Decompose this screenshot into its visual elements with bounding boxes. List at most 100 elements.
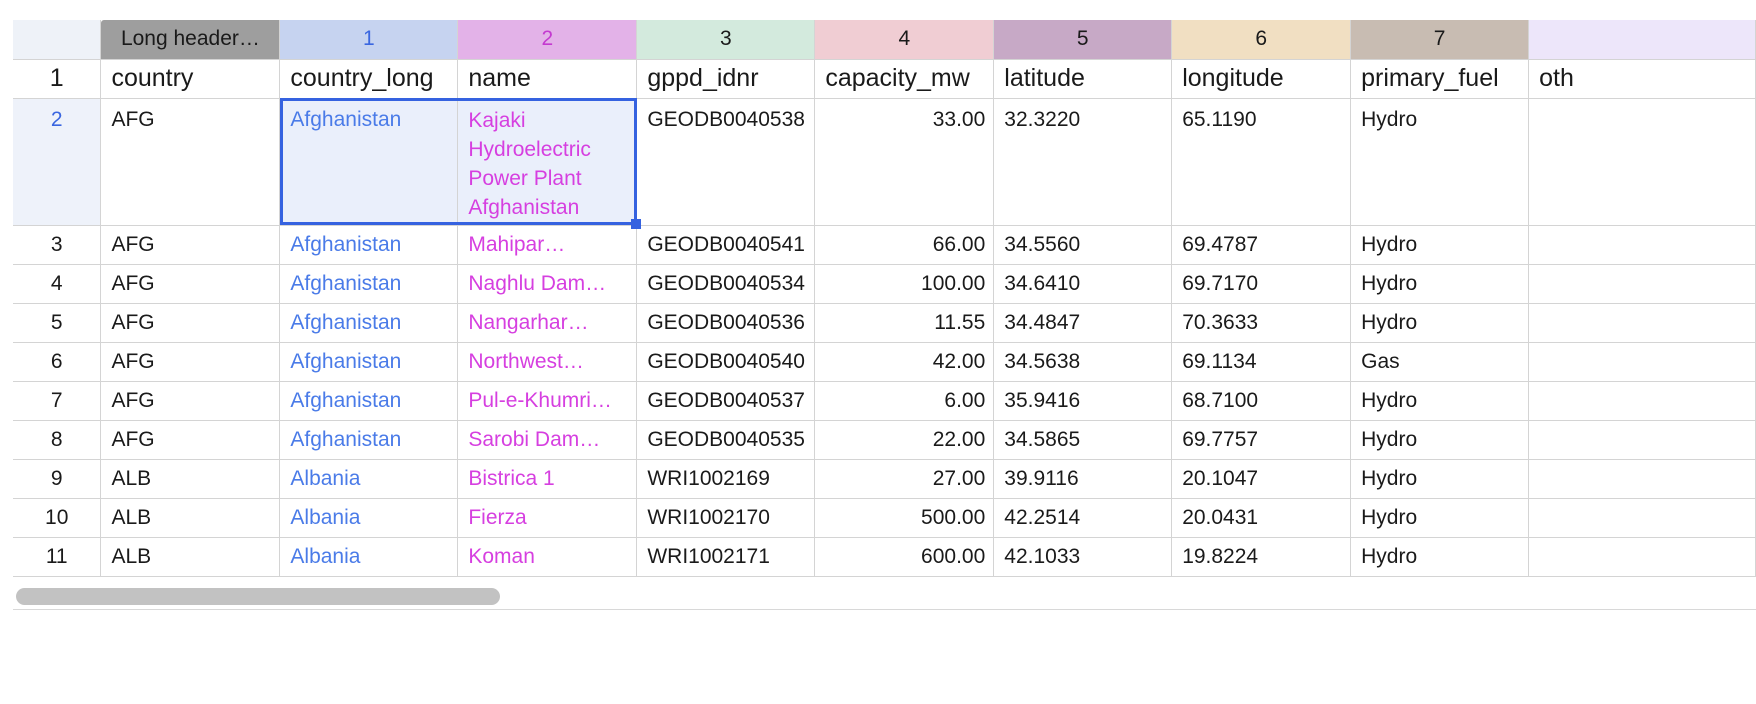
cell-primary-fuel[interactable]: Hydro (1350, 225, 1530, 265)
row-number[interactable]: 6 (13, 342, 102, 382)
column-header-0[interactable]: Long header… (100, 20, 281, 60)
fill-handle[interactable] (631, 219, 641, 229)
cell-longitude[interactable]: 70.3633 (1171, 303, 1352, 343)
cell-longitude[interactable]: 20.1047 (1171, 459, 1352, 499)
cell-name[interactable]: Bistrica 1 (457, 459, 638, 499)
cell-country[interactable]: ALB (100, 459, 281, 499)
row-number[interactable]: 10 (13, 498, 102, 538)
cell-primary-fuel[interactable]: Hydro (1350, 381, 1530, 421)
cell-country[interactable]: AFG (100, 225, 281, 265)
cell-longitude[interactable]: 19.8224 (1171, 537, 1352, 577)
cell-longitude[interactable]: 69.7757 (1171, 420, 1352, 460)
cell-capacity-mw[interactable]: 100.00 (814, 264, 995, 304)
column-header-5[interactable]: 5 (993, 20, 1173, 60)
cell-latitude[interactable]: 34.4847 (993, 303, 1173, 343)
cell-gppd-idnr[interactable]: GEODB0040535 (636, 420, 816, 460)
cell-name[interactable]: Northwest… (457, 342, 638, 382)
cell-name[interactable]: Naghlu Dam… (457, 264, 638, 304)
cell-latitude[interactable]: 32.3220 (993, 98, 1173, 226)
cell-name[interactable]: Sarobi Dam… (457, 420, 638, 460)
cell-primary-fuel[interactable]: Hydro (1350, 420, 1530, 460)
cell-longitude[interactable]: 69.1134 (1171, 342, 1352, 382)
cell-country[interactable]: AFG (100, 381, 281, 421)
row-number[interactable]: 2 (13, 98, 102, 226)
cell-country[interactable]: ALB (100, 498, 281, 538)
field-name-longitude[interactable]: longitude (1171, 59, 1352, 99)
row-number[interactable]: 5 (13, 303, 102, 343)
cell-primary-fuel[interactable]: Hydro (1350, 264, 1530, 304)
cell-capacity-mw[interactable]: 42.00 (814, 342, 995, 382)
cell-capacity-mw[interactable]: 500.00 (814, 498, 995, 538)
cell-other[interactable] (1528, 264, 1756, 304)
cell-name[interactable]: Mahipar… (457, 225, 638, 265)
cell-other[interactable] (1528, 225, 1756, 265)
column-header-7[interactable]: 7 (1350, 20, 1530, 60)
cell-latitude[interactable]: 35.9416 (993, 381, 1173, 421)
row-number[interactable]: 8 (13, 420, 102, 460)
cell-country-long[interactable]: Albania (279, 537, 459, 577)
cell-country-long[interactable]: Afghanistan (279, 420, 459, 460)
field-name-gppd-idnr[interactable]: gppd_idnr (636, 59, 816, 99)
cell-gppd-idnr[interactable]: WRI1002169 (636, 459, 816, 499)
cell-country-long[interactable]: Afghanistan (279, 303, 459, 343)
cell-country-long[interactable]: Afghanistan (279, 342, 459, 382)
cell-country-long[interactable]: Albania (279, 459, 459, 499)
cell-country[interactable]: AFG (100, 303, 281, 343)
column-header-2[interactable]: 2 (457, 20, 638, 60)
cell-capacity-mw[interactable]: 27.00 (814, 459, 995, 499)
cell-other[interactable] (1528, 537, 1756, 577)
cell-other[interactable] (1528, 98, 1756, 226)
column-header-6[interactable]: 6 (1171, 20, 1352, 60)
column-header-4[interactable]: 4 (814, 20, 995, 60)
cell-latitude[interactable]: 34.5865 (993, 420, 1173, 460)
cell-country[interactable]: AFG (100, 342, 281, 382)
cell-capacity-mw[interactable]: 33.00 (814, 98, 995, 226)
cell-latitude[interactable]: 42.2514 (993, 498, 1173, 538)
cell-country[interactable]: ALB (100, 537, 281, 577)
cell-country-long[interactable]: Afghanistan (279, 264, 459, 304)
cell-country-long[interactable]: Afghanistan (279, 225, 459, 265)
cell-other[interactable] (1528, 498, 1756, 538)
cell-longitude[interactable]: 69.4787 (1171, 225, 1352, 265)
row-number[interactable]: 1 (13, 59, 102, 99)
cell-gppd-idnr[interactable]: WRI1002170 (636, 498, 816, 538)
cell-other[interactable] (1528, 459, 1756, 499)
cell-country-long[interactable]: Afghanistan (279, 98, 459, 226)
field-name-other[interactable]: oth (1528, 59, 1756, 99)
column-header-3[interactable]: 3 (636, 20, 816, 60)
cell-primary-fuel[interactable]: Hydro (1350, 537, 1530, 577)
row-number[interactable]: 9 (13, 459, 102, 499)
cell-latitude[interactable]: 34.5638 (993, 342, 1173, 382)
field-name-latitude[interactable]: latitude (993, 59, 1173, 99)
field-name-primary-fuel[interactable]: primary_fuel (1350, 59, 1530, 99)
cell-gppd-idnr[interactable]: GEODB0040541 (636, 225, 816, 265)
field-name-country[interactable]: country (100, 59, 281, 99)
row-number[interactable]: 7 (13, 381, 102, 421)
cell-gppd-idnr[interactable]: GEODB0040540 (636, 342, 816, 382)
field-name-name[interactable]: name (457, 59, 638, 99)
cell-name[interactable]: Koman (457, 537, 638, 577)
cell-country[interactable]: AFG (100, 420, 281, 460)
cell-capacity-mw[interactable]: 22.00 (814, 420, 995, 460)
cell-latitude[interactable]: 34.5560 (993, 225, 1173, 265)
cell-latitude[interactable]: 34.6410 (993, 264, 1173, 304)
cell-longitude[interactable]: 69.7170 (1171, 264, 1352, 304)
row-number[interactable]: 11 (13, 537, 102, 577)
row-number[interactable]: 4 (13, 264, 102, 304)
cell-country[interactable]: AFG (100, 264, 281, 304)
cell-capacity-mw[interactable]: 11.55 (814, 303, 995, 343)
cell-other[interactable] (1528, 303, 1756, 343)
cell-primary-fuel[interactable]: Hydro (1350, 98, 1530, 226)
cell-name[interactable]: Nangarhar… (457, 303, 638, 343)
cell-gppd-idnr[interactable]: GEODB0040534 (636, 264, 816, 304)
corner-cell[interactable] (13, 20, 102, 60)
cell-capacity-mw[interactable]: 66.00 (814, 225, 995, 265)
cell-gppd-idnr[interactable]: WRI1002171 (636, 537, 816, 577)
cell-primary-fuel[interactable]: Hydro (1350, 459, 1530, 499)
field-name-country-long[interactable]: country_long (279, 59, 459, 99)
cell-latitude[interactable]: 39.9116 (993, 459, 1173, 499)
cell-name[interactable]: Kajaki Hydroelectric Power Plant Afghani… (457, 98, 638, 226)
cell-country[interactable]: AFG (100, 98, 281, 226)
cell-gppd-idnr[interactable]: GEODB0040538 (636, 98, 816, 226)
cell-gppd-idnr[interactable]: GEODB0040536 (636, 303, 816, 343)
